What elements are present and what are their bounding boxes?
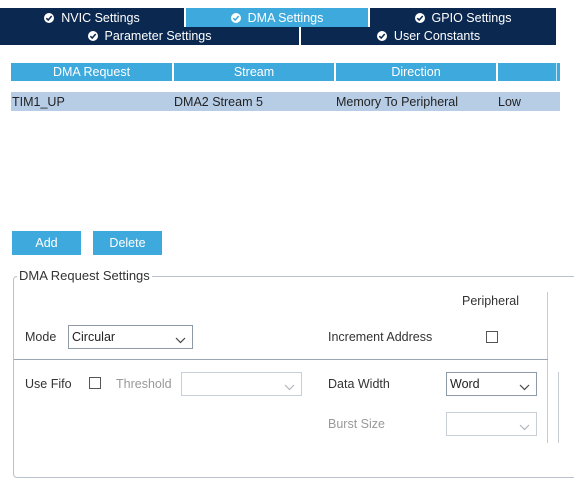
grid-divider	[547, 292, 548, 443]
data-width-select[interactable]: Word	[446, 372, 537, 396]
mode-select[interactable]: Circular	[68, 325, 193, 349]
burst-size-label: Burst Size	[328, 417, 385, 431]
column-header-direction[interactable]: Direction	[336, 63, 496, 81]
use-fifo-checkbox[interactable]	[89, 377, 101, 389]
burst-size-select[interactable]	[446, 412, 537, 436]
check-circle-icon	[87, 31, 98, 41]
increment-address-checkbox[interactable]	[486, 331, 498, 343]
cell-priority: Low	[498, 94, 521, 109]
chevron-down-icon	[284, 380, 295, 394]
use-fifo-label: Use Fifo	[25, 377, 72, 391]
column-header-stream[interactable]: Stream	[174, 63, 334, 81]
delete-button[interactable]: Delete	[93, 231, 162, 255]
tab-label: DMA Settings	[247, 10, 324, 25]
row-separator	[14, 359, 548, 360]
check-circle-icon	[376, 31, 387, 41]
peripheral-header: Peripheral	[462, 294, 519, 308]
cell-direction: Memory To Peripheral	[336, 94, 459, 109]
chevron-down-icon	[519, 380, 530, 394]
check-circle-icon	[414, 12, 425, 23]
tab-dma-settings[interactable]: DMA Settings	[186, 8, 368, 27]
threshold-select[interactable]	[181, 372, 302, 396]
tab-parameter-settings[interactable]: Parameter Settings	[0, 27, 299, 45]
chevron-down-icon	[519, 420, 530, 434]
chevron-down-icon	[175, 333, 186, 347]
tab-nvic-settings[interactable]: NVIC Settings	[0, 8, 184, 27]
cell-stream: DMA2 Stream 5	[174, 94, 263, 109]
grid-divider	[558, 372, 559, 443]
tab-label: GPIO Settings	[431, 10, 512, 25]
tab-label: NVIC Settings	[61, 10, 140, 25]
column-divider	[556, 63, 557, 81]
tab-user-constants[interactable]: User Constants	[301, 27, 556, 45]
group-legend: DMA Request Settings	[17, 268, 152, 283]
tab-label: User Constants	[393, 29, 481, 43]
cell-dma-request: TIM1_UP	[12, 94, 65, 109]
threshold-label: Threshold	[116, 377, 172, 391]
check-circle-icon	[44, 12, 55, 23]
column-header-dma-request[interactable]: DMA Request	[11, 63, 172, 81]
column-header-priority[interactable]	[498, 63, 560, 81]
tab-label: Parameter Settings	[104, 29, 212, 43]
tab-gpio-settings[interactable]: GPIO Settings	[370, 8, 556, 27]
increment-address-label: Increment Address	[328, 330, 433, 344]
mode-label: Mode	[25, 330, 57, 344]
table-row[interactable]	[11, 92, 560, 111]
check-circle-icon	[230, 12, 241, 23]
add-button[interactable]: Add	[12, 231, 81, 255]
data-width-label: Data Width	[328, 377, 390, 391]
